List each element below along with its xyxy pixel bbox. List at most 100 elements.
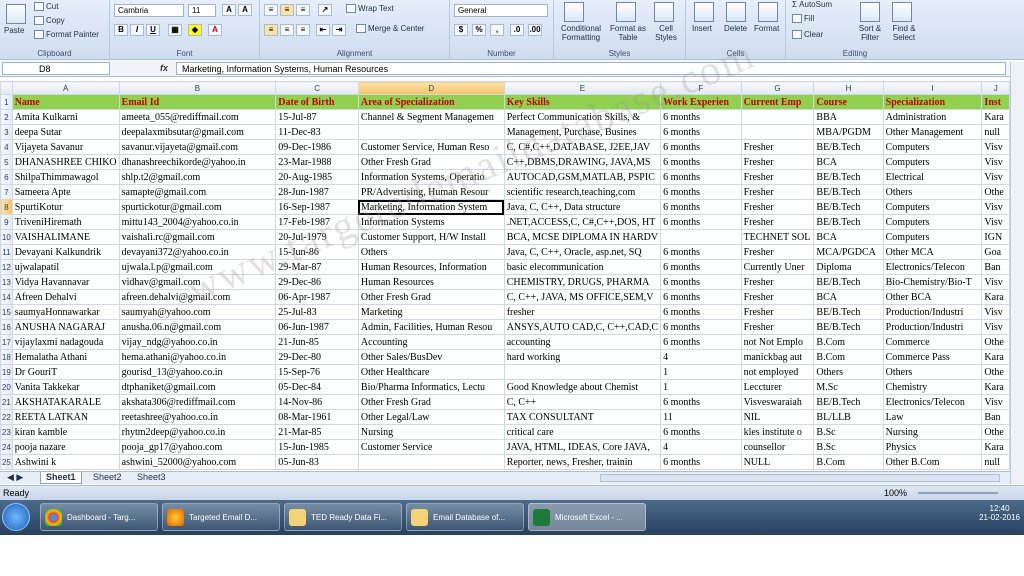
cell[interactable]: Other Fresh Grad [357, 394, 505, 410]
column-header-d[interactable]: D [357, 81, 505, 95]
cell[interactable]: BCA [813, 229, 884, 245]
format-table-icon[interactable] [616, 2, 636, 22]
cell[interactable]: 08-Mar-1961 [275, 409, 359, 425]
cell[interactable]: Electrical [882, 169, 983, 185]
row-header[interactable]: 17 [0, 334, 13, 350]
cell[interactable]: BE/B.Tech [813, 169, 884, 185]
cell[interactable]: AUTOCAD,GSM,MATLAB, PSPIC [503, 169, 662, 185]
start-button[interactable] [2, 503, 30, 531]
cell[interactable]: 6 months [660, 259, 742, 275]
cell[interactable]: 16-Sep-1987 [275, 199, 359, 215]
cell[interactable] [740, 109, 815, 125]
fill-color-icon[interactable]: ◆ [188, 24, 202, 36]
taskbar-item-chrome[interactable]: Dashboard - Targ... [40, 503, 158, 531]
cell[interactable]: Other MCA [882, 244, 983, 260]
number-format-select[interactable]: General [454, 4, 548, 17]
taskbar-item-firefox[interactable]: Targeted Email D... [162, 503, 280, 531]
cell-styles-icon[interactable] [654, 2, 674, 22]
align-bottom-icon[interactable]: ≡ [296, 4, 310, 16]
increase-decimal-icon[interactable]: .0 [510, 24, 524, 36]
cell[interactable]: BE/B.Tech [813, 274, 884, 290]
cell[interactable]: Visv [981, 394, 1010, 410]
cell[interactable]: Production/Industri [882, 319, 983, 335]
cell[interactable]: Other Healthcare [357, 364, 505, 380]
cell[interactable]: BCA [813, 154, 884, 170]
underline-icon[interactable]: U [146, 24, 160, 36]
cell[interactable]: Others [882, 184, 983, 200]
cell[interactable]: Currently Uner [740, 259, 815, 275]
cell[interactable]: M.Sc [813, 379, 884, 395]
cell[interactable]: not employed [740, 364, 815, 380]
cell[interactable]: TECHNET SOL [740, 229, 815, 245]
font-size-select[interactable]: 11 [188, 4, 216, 17]
header-cell[interactable]: Specialization [882, 94, 983, 110]
cell[interactable]: hard working [503, 349, 662, 365]
cell[interactable]: Hemalatha Athani [11, 349, 120, 365]
cell[interactable]: MBA/PGDM [813, 124, 884, 140]
cell[interactable]: Commerce [882, 334, 983, 350]
cell[interactable]: Fresher [740, 199, 815, 215]
column-header-e[interactable]: E [503, 81, 662, 95]
cell[interactable]: Commerce Pass [882, 349, 983, 365]
comma-icon[interactable]: , [490, 24, 504, 36]
cell[interactable]: Nursing [882, 424, 983, 440]
cell[interactable]: Othe [981, 424, 1010, 440]
cell[interactable]: Goa [981, 244, 1010, 260]
conditional-formatting-icon[interactable] [564, 2, 584, 22]
borders-icon[interactable]: ▦ [168, 24, 182, 36]
row-header[interactable]: 1 [0, 94, 13, 110]
row-header[interactable]: 5 [0, 154, 13, 170]
cell[interactable]: Marketing, Information System [357, 199, 505, 215]
cell[interactable]: 20-Aug-1985 [275, 169, 359, 185]
cell[interactable]: Admin, Facilities, Human Resou [357, 319, 505, 335]
cell[interactable]: 6 months [660, 274, 742, 290]
cell[interactable]: Computers [882, 214, 983, 230]
cell[interactable]: 06-Jun-1987 [275, 319, 359, 335]
cell[interactable]: Fresher [740, 139, 815, 155]
cut-button[interactable]: Cut [34, 2, 58, 12]
cell[interactable]: ANSYS,AUTO CAD,C, C++,CAD,C [503, 319, 662, 335]
cell[interactable]: Others [882, 364, 983, 380]
cell[interactable]: Othe [981, 364, 1010, 380]
cell[interactable]: MCA/PGDCA [813, 244, 884, 260]
cell[interactable]: SpurtiKotur [11, 199, 120, 215]
cell[interactable]: 21-Jun-85 [275, 334, 359, 350]
cell[interactable]: counsellor [740, 439, 815, 455]
cell[interactable]: saumyaHonnawarkar [11, 304, 120, 320]
vertical-scrollbar[interactable] [1010, 62, 1024, 484]
cell[interactable]: Customer Service [357, 439, 505, 455]
column-header-f[interactable]: F [660, 81, 742, 95]
cell[interactable]: Information Systems, Operatio [357, 169, 505, 185]
cell[interactable]: 6 months [660, 199, 742, 215]
cell[interactable]: 20-Jul-1979 [275, 229, 359, 245]
cell[interactable]: Other Sales/BusDev [357, 349, 505, 365]
cell[interactable]: Human Resources [357, 274, 505, 290]
cell[interactable]: ujwala.l.p@gmail.com [118, 259, 277, 275]
cell[interactable]: C, C++, JAVA, MS OFFICE,SEM,V [503, 289, 662, 305]
row-header[interactable]: 2 [0, 109, 13, 125]
align-top-icon[interactable]: ≡ [264, 4, 278, 16]
align-right-icon[interactable]: ≡ [296, 24, 310, 36]
cell[interactable]: Computers [882, 229, 983, 245]
column-header-h[interactable]: H [813, 81, 884, 95]
paste-icon[interactable] [6, 4, 26, 24]
formula-input[interactable]: Marketing, Information Systems, Human Re… [176, 62, 1006, 75]
cell[interactable]: ShilpaThimmawagol [11, 169, 120, 185]
select-all-corner[interactable] [0, 81, 13, 95]
clear-button[interactable]: Clear [792, 30, 823, 40]
cell[interactable]: 15-Sep-76 [275, 364, 359, 380]
cell[interactable]: kles institute o [740, 424, 815, 440]
header-cell[interactable]: Work Experien [660, 94, 742, 110]
cell[interactable]: 23-Mar-1988 [275, 154, 359, 170]
merge-center-button[interactable]: Merge & Center [356, 24, 424, 34]
cell[interactable] [740, 124, 815, 140]
header-cell[interactable]: Email Id [118, 94, 277, 110]
cell[interactable]: Visv [981, 319, 1010, 335]
header-cell[interactable]: Inst [981, 94, 1010, 110]
cell[interactable]: Bio/Pharma Informatics, Lectu [357, 379, 505, 395]
cell[interactable]: 05-Jun-83 [275, 454, 359, 470]
taskbar-item-folder-2[interactable]: Email Database of... [406, 503, 524, 531]
cell[interactable]: Electronics/Telecon [882, 259, 983, 275]
wrap-text-button[interactable]: Wrap Text [346, 4, 394, 14]
cell[interactable]: BCA [813, 289, 884, 305]
